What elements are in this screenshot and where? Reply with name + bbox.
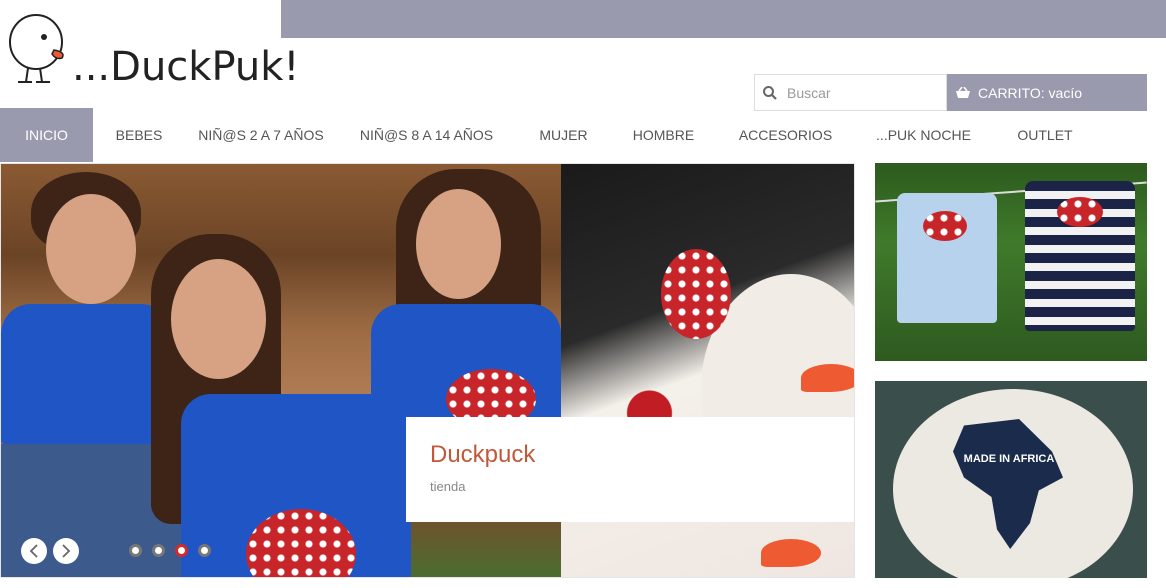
slider-dot[interactable] xyxy=(129,544,142,557)
search-input[interactable] xyxy=(785,84,935,101)
photo-detail xyxy=(661,249,731,339)
photo-detail xyxy=(801,364,854,392)
cart-button[interactable]: CARRITO: vacío xyxy=(947,74,1147,111)
slider-dot[interactable] xyxy=(198,544,211,557)
nav-item-bebes[interactable]: BEBES xyxy=(93,108,185,162)
slider-prev-button[interactable] xyxy=(21,538,47,564)
nav-item-mujer[interactable]: MUJER xyxy=(516,108,611,162)
photo-detail xyxy=(1057,197,1103,227)
nav-item-puk-noche[interactable]: ...PUK NOCHE xyxy=(855,108,992,162)
nav-item-outlet[interactable]: OUTLET xyxy=(992,108,1098,162)
basket-icon xyxy=(955,86,971,99)
caption-title: Duckpuck xyxy=(430,441,536,468)
photo-detail xyxy=(171,259,266,379)
africa-tag-text: MADE IN AFRICA xyxy=(963,453,1055,465)
nav-item-hombre[interactable]: HOMBRE xyxy=(611,108,716,162)
chevron-right-icon xyxy=(62,544,71,558)
chevron-left-icon xyxy=(29,544,38,558)
nav-item-ninos-2-7[interactable]: NIÑ@S 2 A 7 AÑOS xyxy=(185,108,337,162)
cart-label: CARRITO: vacío xyxy=(978,84,1082,101)
slider-dot[interactable] xyxy=(152,544,165,557)
slider-dot-active[interactable] xyxy=(175,544,188,557)
slide-caption: Duckpuck tienda xyxy=(406,417,854,522)
photo-detail xyxy=(416,189,501,299)
nav-item-accesorios[interactable]: ACCESORIOS xyxy=(716,108,855,162)
photo-detail xyxy=(761,539,821,567)
logo[interactable]: ...DuckPuk! xyxy=(0,0,299,108)
search-box[interactable] xyxy=(754,74,947,111)
nav-item-inicio[interactable]: INICIO xyxy=(0,108,93,162)
search-icon xyxy=(755,85,785,100)
slider-next-button[interactable] xyxy=(53,538,79,564)
main-nav: INICIO BEBES NIÑ@S 2 A 7 AÑOS NIÑ@S 8 A … xyxy=(0,108,1166,162)
side-banner-baby-rompers[interactable] xyxy=(875,163,1147,361)
photo-detail xyxy=(1,304,171,444)
photo-detail xyxy=(923,211,967,241)
slider-pagination xyxy=(129,544,211,557)
duck-logo-icon xyxy=(9,14,64,83)
nav-item-ninos-8-14[interactable]: NIÑ@S 8 A 14 AÑOS xyxy=(337,108,516,162)
photo-detail xyxy=(46,194,136,304)
caption-subtitle: tienda xyxy=(430,479,466,494)
logo-text: ...DuckPuk! xyxy=(72,44,300,90)
side-banner-made-in-africa[interactable]: MADE IN AFRICA xyxy=(875,381,1147,578)
hero-slider[interactable]: Duckpuck tienda xyxy=(0,163,855,578)
top-bar xyxy=(281,0,1166,38)
